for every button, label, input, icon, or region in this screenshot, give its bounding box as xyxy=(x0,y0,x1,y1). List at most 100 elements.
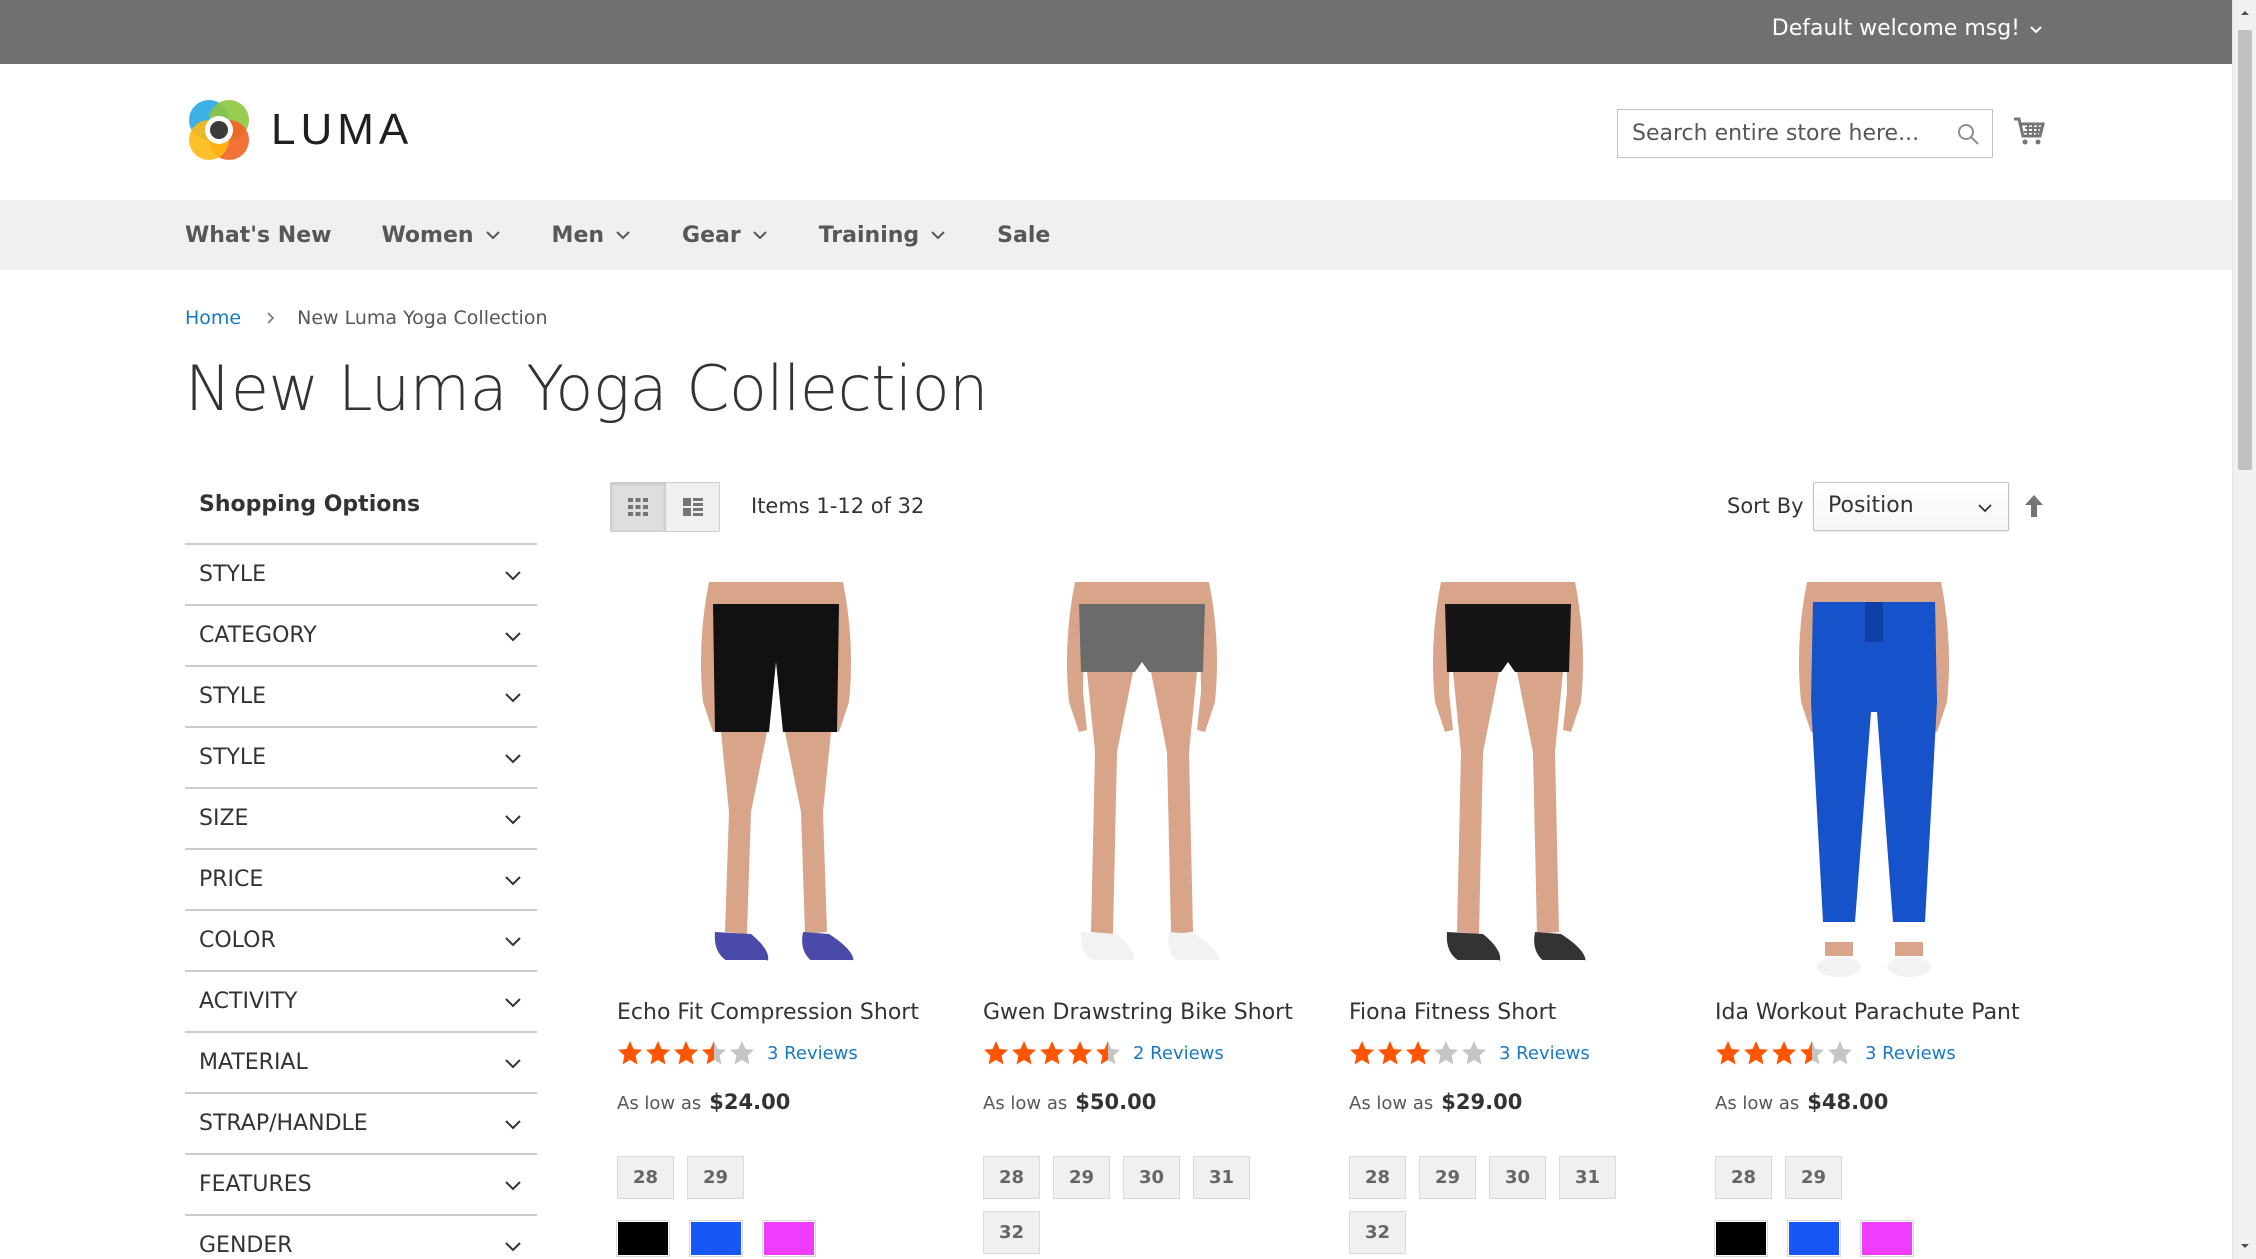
nav-item-men[interactable]: Men xyxy=(552,223,632,248)
color-swatch[interactable] xyxy=(1860,1220,1914,1257)
star-empty-icon xyxy=(1462,1041,1486,1065)
search-icon[interactable] xyxy=(1956,122,1980,146)
size-swatch[interactable]: 30 xyxy=(1123,1156,1180,1199)
color-swatch[interactable] xyxy=(616,1220,670,1257)
chevron-down-icon xyxy=(931,231,945,240)
size-swatch[interactable]: 28 xyxy=(983,1156,1040,1199)
filter-style[interactable]: Style xyxy=(185,545,537,606)
breadcrumb-current: New Luma Yoga Collection xyxy=(297,307,548,329)
toolbar-amount: Items 1-12 of 32 xyxy=(751,494,925,518)
product-name-link[interactable]: Gwen Drawstring Bike Short xyxy=(983,1000,1293,1025)
size-swatch[interactable]: 31 xyxy=(1559,1156,1616,1199)
filter-label: Activity xyxy=(199,989,298,1014)
product-name-link[interactable]: Echo Fit Compression Short xyxy=(617,1000,919,1025)
filter-style[interactable]: Style xyxy=(185,667,537,728)
filter-size[interactable]: Size xyxy=(185,789,537,850)
rating-stars xyxy=(1349,1040,1487,1066)
view-mode-switch xyxy=(610,482,720,532)
price-value: $24.00 xyxy=(709,1090,791,1114)
chevron-down-icon xyxy=(505,692,521,702)
filter-category[interactable]: Category xyxy=(185,606,537,667)
scroll-up-arrow-icon[interactable] xyxy=(2240,8,2250,18)
list-mode-button[interactable] xyxy=(665,483,719,531)
size-swatch[interactable]: 29 xyxy=(1419,1156,1476,1199)
filter-color[interactable]: Color xyxy=(185,911,537,972)
chevron-down-icon xyxy=(505,753,521,763)
grid-icon xyxy=(628,498,648,516)
scroll-thumb[interactable] xyxy=(2238,30,2252,470)
filter-features[interactable]: Features xyxy=(185,1155,537,1216)
main-nav: What's New Women Men Gear Training Sale xyxy=(0,200,2232,270)
nav-item-women[interactable]: Women xyxy=(381,223,501,248)
sort-by-label: Sort By xyxy=(1727,494,1804,518)
sort-by-select[interactable]: Position xyxy=(1813,482,2009,531)
filter-strap-handle[interactable]: Strap/Handle xyxy=(185,1094,537,1155)
luma-logo-icon xyxy=(189,100,249,160)
scrollbar[interactable] xyxy=(2232,0,2256,1259)
star-empty-icon xyxy=(1434,1041,1458,1065)
filter-gender[interactable]: Gender xyxy=(185,1216,537,1259)
size-swatch[interactable]: 31 xyxy=(1193,1156,1250,1199)
search-input[interactable] xyxy=(1618,110,1938,157)
nav-item-sale[interactable]: Sale xyxy=(997,223,1050,248)
filter-price[interactable]: Price xyxy=(185,850,537,911)
filter-activity[interactable]: Activity xyxy=(185,972,537,1033)
reviews-link[interactable]: 3 Reviews xyxy=(1865,1043,1956,1064)
chevron-down-icon xyxy=(505,997,521,1007)
grid-mode-button[interactable] xyxy=(611,483,665,531)
sort-direction-arrow-up-icon[interactable] xyxy=(2022,492,2046,520)
star-full-icon xyxy=(1716,1041,1740,1065)
nav-item-what-s-new[interactable]: What's New xyxy=(185,223,331,248)
chevron-right-icon xyxy=(267,312,275,324)
welcome-message[interactable]: Default welcome msg! xyxy=(1772,16,2044,41)
product-image[interactable] xyxy=(1349,582,1667,982)
size-swatch[interactable]: 28 xyxy=(1715,1156,1772,1199)
filter-material[interactable]: Material xyxy=(185,1033,537,1094)
cart-icon[interactable] xyxy=(2012,114,2046,148)
product-image[interactable] xyxy=(617,582,935,982)
filter-label: Style xyxy=(199,684,266,709)
rating-stars xyxy=(983,1040,1121,1066)
color-swatch[interactable] xyxy=(1714,1220,1768,1257)
size-swatch[interactable]: 30 xyxy=(1489,1156,1546,1199)
star-half-icon xyxy=(1800,1041,1824,1065)
nav-item-gear[interactable]: Gear xyxy=(682,223,769,248)
price-value: $29.00 xyxy=(1441,1090,1523,1114)
sidebar: Shopping Options Style Category Style Style… xyxy=(185,480,537,1259)
size-swatch[interactable]: 32 xyxy=(983,1211,1040,1254)
size-swatch[interactable]: 29 xyxy=(687,1156,744,1199)
size-swatch[interactable]: 29 xyxy=(1785,1156,1842,1199)
color-swatch[interactable] xyxy=(689,1220,743,1257)
nav-item-label: Men xyxy=(551,222,605,248)
product-image[interactable] xyxy=(1715,582,2033,982)
color-swatch[interactable] xyxy=(762,1220,816,1257)
logo-text: LUMA xyxy=(271,105,414,154)
reviews-link[interactable]: 3 Reviews xyxy=(767,1043,858,1064)
logo[interactable]: LUMA xyxy=(185,96,413,164)
size-swatch[interactable]: 28 xyxy=(1349,1156,1406,1199)
price-box: As low as $50.00 xyxy=(983,1090,1156,1114)
product-name-link[interactable]: Fiona Fitness Short xyxy=(1349,1000,1556,1025)
filter-list: Style Category Style Style Size Price Color Act… xyxy=(185,545,537,1259)
size-swatch[interactable]: 32 xyxy=(1349,1211,1406,1254)
star-half-icon xyxy=(1096,1041,1120,1065)
product-image[interactable] xyxy=(983,582,1301,982)
product-rating: 3 Reviews xyxy=(1349,1040,1590,1066)
filter-label: Style xyxy=(199,745,266,770)
product-photo-icon xyxy=(1067,582,1221,966)
price-value: $48.00 xyxy=(1807,1090,1889,1114)
product-name-link[interactable]: Ida Workout Parachute Pant xyxy=(1715,1000,2020,1025)
nav-item-training[interactable]: Training xyxy=(819,223,947,248)
color-swatches xyxy=(616,1220,816,1257)
scroll-down-arrow-icon[interactable] xyxy=(2240,1241,2250,1251)
size-swatch[interactable]: 29 xyxy=(1053,1156,1110,1199)
filter-label: Gender xyxy=(199,1233,293,1258)
reviews-link[interactable]: 2 Reviews xyxy=(1133,1043,1224,1064)
page-title: New Luma Yoga Collection xyxy=(185,352,988,425)
price-label: As low as xyxy=(1349,1093,1434,1114)
size-swatch[interactable]: 28 xyxy=(617,1156,674,1199)
color-swatch[interactable] xyxy=(1787,1220,1841,1257)
breadcrumb-home-link[interactable]: Home xyxy=(185,307,241,329)
filter-style[interactable]: Style xyxy=(185,728,537,789)
reviews-link[interactable]: 3 Reviews xyxy=(1499,1043,1590,1064)
